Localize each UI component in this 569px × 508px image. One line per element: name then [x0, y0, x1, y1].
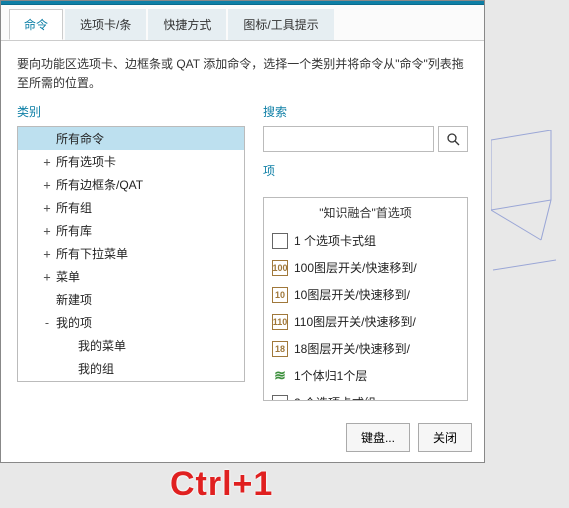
tree-label: 所有下拉菜单	[56, 245, 128, 262]
tree-item[interactable]: 我的组	[18, 357, 244, 380]
list-item[interactable]: 100 100图层开关/快速移到/	[264, 254, 467, 281]
tree-item[interactable]: +所有下拉菜单	[18, 242, 244, 265]
tab-tabbar[interactable]: 选项卡/条	[65, 9, 146, 40]
tree-item[interactable]: +所有组	[18, 196, 244, 219]
layers-icon: ≋	[272, 368, 288, 384]
expand-icon: +	[40, 155, 54, 169]
list-item[interactable]: 2 个选项卡式组	[264, 389, 467, 401]
category-label: 类别	[17, 103, 245, 120]
search-label: 搜索	[263, 103, 468, 120]
tree-item[interactable]: -我的项	[18, 311, 244, 334]
tree-item[interactable]: +所有库	[18, 219, 244, 242]
overlay-shortcut-text: Ctrl+1	[170, 465, 273, 504]
search-button[interactable]	[438, 126, 468, 152]
items-header: "知识融合"首选项	[264, 198, 467, 227]
item-label: 2 个选项卡式组	[294, 394, 376, 401]
items-label: 项	[263, 162, 468, 179]
close-button[interactable]: 关闭	[418, 423, 472, 452]
customize-dialog: 命令 选项卡/条 快捷方式 图标/工具提示 要向功能区选项卡、边框条或 QAT …	[0, 0, 485, 463]
tree-label: 我的菜单	[78, 337, 126, 354]
item-label: 1个体归1个层	[294, 367, 367, 384]
tree-label: 所有边框条/QAT	[56, 176, 143, 193]
layer-number-icon: 110	[272, 314, 288, 330]
tab-icons[interactable]: 图标/工具提示	[228, 9, 333, 40]
tab-label: 命令	[24, 18, 48, 32]
dialog-tabs: 命令 选项卡/条 快捷方式 图标/工具提示	[1, 5, 484, 41]
layer-number-icon: 100	[272, 260, 288, 276]
expand-icon: +	[40, 270, 54, 284]
button-label: 键盘...	[361, 431, 395, 445]
expand-icon: +	[40, 224, 54, 238]
item-label: 100图层开关/快速移到/	[294, 259, 417, 276]
list-item[interactable]: 18 18图层开关/快速移到/	[264, 335, 467, 362]
tree-item[interactable]: +所有选项卡	[18, 150, 244, 173]
button-label: 关闭	[433, 431, 457, 445]
item-label: 110图层开关/快速移到/	[294, 313, 416, 330]
expand-icon: -	[40, 316, 54, 330]
tree-label: 我的项	[56, 314, 92, 331]
items-list[interactable]: "知识融合"首选项 1 个选项卡式组 100 100图层开关/快速移到/10 10图层…	[263, 197, 468, 401]
category-tree[interactable]: 所有命令+所有选项卡+所有边框条/QAT+所有组+所有库+所有下拉菜单+菜单新建…	[17, 126, 245, 382]
tree-label: 我的组	[78, 360, 114, 377]
expand-icon: +	[40, 201, 54, 215]
tree-label: 所有命令	[56, 130, 104, 147]
layer-number-icon: 10	[272, 287, 288, 303]
layer-number-icon: 18	[272, 341, 288, 357]
expand-icon: +	[40, 178, 54, 192]
tabgroup-icon	[272, 395, 288, 402]
tree-item[interactable]: +所有边框条/QAT	[18, 173, 244, 196]
background-wireframe	[491, 130, 561, 300]
tree-item[interactable]: 所有命令	[18, 127, 244, 150]
tree-item[interactable]: +菜单	[18, 265, 244, 288]
list-item[interactable]: ≋ 1个体归1个层	[264, 362, 467, 389]
tab-label: 快捷方式	[163, 18, 211, 32]
tabgroup-icon	[272, 233, 288, 249]
tree-label: 所有选项卡	[56, 153, 116, 170]
keyboard-button[interactable]: 键盘...	[346, 423, 410, 452]
item-label: 1 个选项卡式组	[294, 232, 376, 249]
description-text: 要向功能区选项卡、边框条或 QAT 添加命令，选择一个类别并将命令从"命令"列表…	[1, 41, 484, 103]
tree-label: 新建项	[56, 291, 92, 308]
item-label: 18图层开关/快速移到/	[294, 340, 410, 357]
tree-label: 所有库	[56, 222, 92, 239]
search-input[interactable]	[263, 126, 434, 152]
tab-shortcut[interactable]: 快捷方式	[148, 9, 226, 40]
list-item[interactable]: 10 10图层开关/快速移到/	[264, 281, 467, 308]
tree-item[interactable]: 我的库	[18, 380, 244, 382]
magnify-icon	[446, 132, 460, 146]
tree-label: 所有组	[56, 199, 92, 216]
tab-commands[interactable]: 命令	[9, 9, 63, 40]
tree-item[interactable]: 新建项	[18, 288, 244, 311]
expand-icon: +	[40, 247, 54, 261]
list-item[interactable]: 110 110图层开关/快速移到/	[264, 308, 467, 335]
item-label: 10图层开关/快速移到/	[294, 286, 410, 303]
tab-label: 选项卡/条	[80, 18, 131, 32]
tree-label: 菜单	[56, 268, 80, 285]
tree-item[interactable]: 我的菜单	[18, 334, 244, 357]
list-item[interactable]: 1 个选项卡式组	[264, 227, 467, 254]
tab-label: 图标/工具提示	[243, 18, 318, 32]
